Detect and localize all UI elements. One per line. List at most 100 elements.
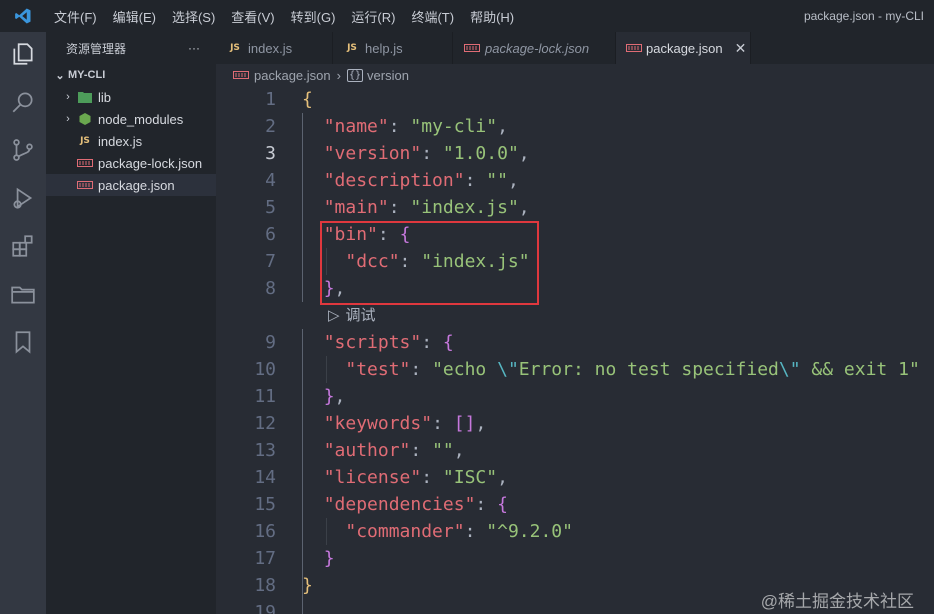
debug-codelens[interactable]: ▷ 调试 [328, 302, 376, 329]
code-token: : [421, 143, 443, 164]
menu-file[interactable]: 文件(F) [46, 7, 105, 26]
tab-label: help.js [365, 40, 403, 56]
code-line: { [216, 86, 934, 113]
bookmark-icon[interactable] [8, 327, 38, 357]
project-root-label: MY-CLI [68, 69, 106, 81]
code-token: , [497, 116, 508, 137]
code-token: , [497, 467, 508, 488]
code-token: "name" [323, 116, 389, 137]
more-actions-icon[interactable]: ··· [188, 41, 200, 55]
code-text: "dependencies": { [302, 491, 508, 518]
tree-item-label: index.js [98, 133, 143, 149]
code-text: "license": "ISC", [302, 464, 508, 491]
code-text: "author": "", [302, 437, 465, 464]
code-token: Error: no test specified [518, 359, 779, 380]
code-token: \" [778, 359, 801, 380]
menu-help[interactable]: 帮助(H) [462, 7, 522, 26]
extensions-icon[interactable] [8, 231, 38, 261]
folder-icon[interactable] [8, 279, 38, 309]
folder-lib-icon [76, 91, 94, 103]
code-line: "name": "my-cli", [216, 113, 934, 140]
code-text: "keywords": [], [302, 410, 487, 437]
breadcrumb-symbol[interactable]: version [367, 68, 409, 83]
tab-index-js[interactable]: JS index.js [216, 32, 333, 64]
tree-item-node-modules[interactable]: › node_modules [46, 108, 216, 130]
code-token: "echo [432, 359, 498, 380]
explorer-icon[interactable] [8, 39, 38, 69]
tree-item-package-lock[interactable]: package-lock.json [46, 152, 216, 174]
code-line: "version": "1.0.0", [216, 140, 934, 167]
tree-item-index-js[interactable]: JS index.js [46, 130, 216, 152]
breadcrumb-file[interactable]: package.json [254, 68, 331, 83]
code-token: } [323, 386, 335, 407]
tree-item-package-json[interactable]: package.json [46, 174, 216, 196]
menu-run[interactable]: 运行(R) [343, 7, 403, 26]
code-text: } [302, 572, 313, 599]
activity-bar [0, 32, 46, 614]
tab-help-js[interactable]: JS help.js [333, 32, 453, 64]
line-number: 19 [254, 602, 276, 614]
tab-package-json[interactable]: package.json ✕ [616, 32, 751, 64]
menu-selection[interactable]: 选择(S) [164, 7, 223, 26]
menu-view[interactable]: 查看(V) [223, 7, 282, 26]
code-text: "version": "1.0.0", [302, 140, 530, 167]
code-token: } [302, 575, 313, 596]
code-token: : [421, 467, 443, 488]
code-token: , [518, 143, 530, 164]
code-token: } [323, 548, 335, 569]
code-token: "" [486, 170, 508, 191]
json-file-icon [626, 44, 642, 52]
run-debug-icon[interactable] [8, 183, 38, 213]
code-text: "description": "", [302, 167, 519, 194]
code-text: "scripts": { [302, 329, 454, 356]
code-text: }, [302, 383, 346, 410]
code-line: "scripts": { [216, 329, 934, 356]
code-token: && exit 1" [800, 359, 920, 380]
title-bar: 文件(F) 编辑(E) 选择(S) 查看(V) 转到(G) 运行(R) 终端(T… [0, 0, 934, 32]
play-icon: ▷ [328, 307, 340, 324]
code-token: "index.js" [410, 197, 519, 218]
code-token: : [464, 521, 487, 542]
source-control-icon[interactable] [8, 135, 38, 165]
menu-edit[interactable]: 编辑(E) [105, 7, 164, 26]
code-token: "ISC" [442, 467, 498, 488]
code-line: "test": "echo \"Error: no test specified… [216, 356, 934, 383]
code-line: } [216, 545, 934, 572]
js-file-icon: JS [347, 43, 357, 53]
code-token: "^9.2.0" [486, 521, 573, 542]
code-token: : [464, 170, 487, 191]
code-token: , [475, 413, 487, 434]
code-token: "license" [323, 467, 422, 488]
json-file-icon [76, 181, 94, 189]
code-editor[interactable]: 1 2 3 4 5 6 7 8 9 10 11 12 13 14 15 16 1… [216, 86, 934, 614]
explorer-sidebar: 资源管理器 ··· ⌄ MY-CLI › lib › node_modules … [46, 32, 216, 614]
code-token: \" [497, 359, 519, 380]
tab-package-lock-json[interactable]: package-lock.json [453, 32, 616, 64]
js-file-icon: JS [230, 43, 240, 53]
symbol-object-icon: {} [346, 68, 364, 82]
json-file-icon [463, 44, 481, 52]
menu-terminal[interactable]: 终端(T) [403, 7, 462, 26]
json-file-icon [232, 71, 250, 79]
tree-item-lib[interactable]: › lib [46, 86, 216, 108]
tab-bar: JS index.js JS help.js package-lock.json… [216, 32, 934, 64]
code-token: "1.0.0" [442, 143, 519, 164]
watermark: @稀土掘金技术社区 [760, 592, 914, 611]
project-root[interactable]: ⌄ MY-CLI [46, 64, 216, 86]
code-token: "dependencies" [323, 494, 476, 515]
tree-item-label: lib [98, 89, 112, 105]
code-token: "main" [323, 197, 389, 218]
search-icon[interactable] [8, 87, 38, 117]
close-tab-icon[interactable]: ✕ [735, 40, 747, 57]
code-token: , [518, 197, 530, 218]
code-token: "author" [323, 440, 411, 461]
code-token: "commander" [345, 521, 465, 542]
explorer-title: 资源管理器 [66, 41, 127, 56]
code-text: "main": "index.js", [302, 194, 530, 221]
code-line: "keywords": [], [216, 410, 934, 437]
chevron-right-icon: › [66, 91, 70, 103]
code-token: "description" [323, 170, 465, 191]
code-line: "license": "ISC", [216, 464, 934, 491]
tree-item-label: package.json [98, 177, 175, 193]
menu-go[interactable]: 转到(G) [283, 7, 344, 26]
